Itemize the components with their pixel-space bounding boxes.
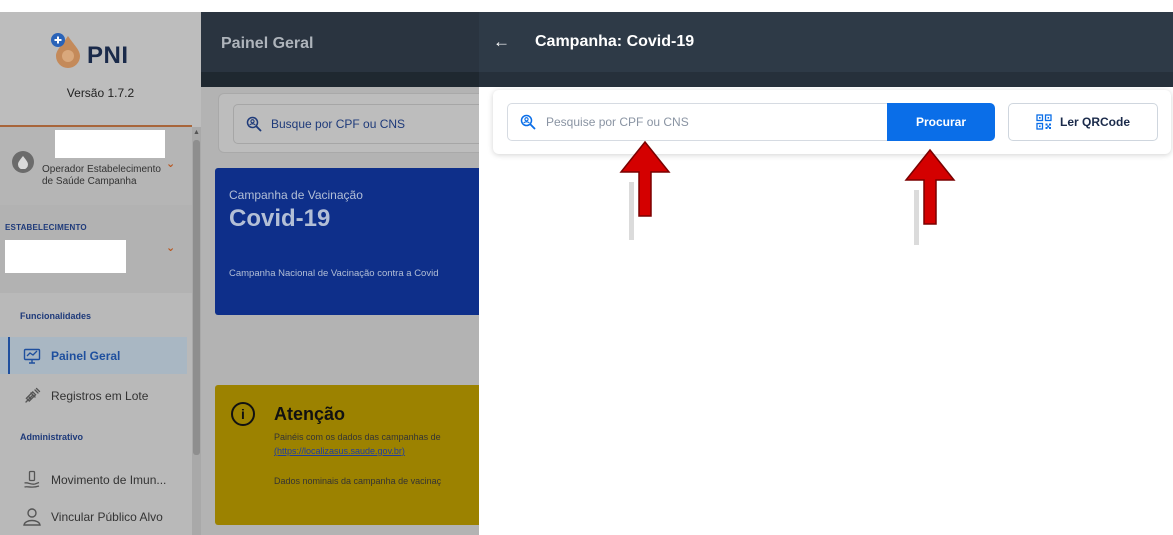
version-text: Versão 1.7.2 bbox=[66, 86, 135, 100]
attention-text: Painéis com os dados das campanhas de bbox=[274, 432, 441, 442]
campaign-drawer: ← Campanha: Covid-19 Procurar bbox=[479, 0, 1173, 535]
main-header: Painel Geral bbox=[201, 12, 479, 72]
drawer-title: Campanha: Covid-19 bbox=[535, 33, 695, 50]
qrcode-icon bbox=[1036, 114, 1052, 130]
pni-logo-icon bbox=[51, 33, 80, 68]
monitor-icon bbox=[22, 346, 42, 366]
section-admin: Administrativo bbox=[20, 432, 84, 442]
sidebar-scrollbar-thumb[interactable] bbox=[193, 140, 200, 455]
localizasus-link[interactable]: (https://localizasus.saude.gov.br) bbox=[274, 446, 405, 456]
main-content: Painel Geral Busque por CPF ou CNS Campa… bbox=[201, 0, 479, 535]
redacted-establishment-name bbox=[5, 240, 126, 273]
chevron-down-icon[interactable]: ⌄ bbox=[166, 241, 175, 254]
top-strip bbox=[479, 0, 1173, 12]
logo-text: PNI bbox=[87, 42, 129, 69]
header-subbar bbox=[201, 72, 479, 87]
sidebar-item-label: Painel Geral bbox=[51, 348, 121, 363]
qrcode-button-label: Ler QRCode bbox=[1059, 115, 1130, 129]
sidebar-item-registros-em-lote[interactable]: Registros em Lote bbox=[0, 377, 187, 414]
campaign-card[interactable]: Campanha de Vacinação Covid-19 Campanha … bbox=[215, 168, 479, 315]
cpf-cns-search-input[interactable] bbox=[546, 115, 876, 129]
search-card: Procurar Ler QRCode bbox=[493, 90, 1171, 154]
campaign-description: Campanha Nacional de Vacinação contra a … bbox=[229, 268, 439, 279]
campaign-name: Covid-19 bbox=[229, 205, 331, 232]
redacted-user-name bbox=[55, 130, 165, 158]
page-title: Painel Geral bbox=[221, 35, 314, 52]
search-person-icon bbox=[520, 114, 536, 130]
campaign-label: Campanha de Vacinação bbox=[229, 188, 363, 202]
scroll-up-arrow-icon[interactable]: ▲ bbox=[192, 128, 201, 138]
chevron-down-icon[interactable]: ⌄ bbox=[166, 157, 175, 170]
user-avatar bbox=[12, 151, 34, 173]
main-search-input[interactable]: Busque por CPF ou CNS bbox=[233, 104, 479, 144]
attention-title: Atenção bbox=[274, 404, 346, 424]
syringe-icon bbox=[22, 386, 42, 406]
main-search-placeholder: Busque por CPF ou CNS bbox=[271, 117, 406, 131]
back-arrow-icon[interactable]: ← bbox=[493, 32, 511, 52]
sidebar-item-label: Registros em Lote bbox=[51, 388, 149, 403]
vaccine-movement-icon bbox=[22, 470, 42, 490]
user-role: Operador Estabelecimento de Saúde Campan… bbox=[42, 164, 161, 187]
sidebar-item-label: Movimento de Imun... bbox=[51, 472, 167, 487]
drop-icon bbox=[18, 156, 28, 169]
sidebar: PNI Versão 1.7.2 Operador Estabeleciment… bbox=[0, 0, 201, 535]
annotation-arrow-up-icon bbox=[904, 148, 956, 245]
main-search-card: Busque por CPF ou CNS bbox=[218, 93, 479, 153]
search-person-icon bbox=[246, 116, 262, 132]
sidebar-item-vincular-publico-alvo[interactable]: Vincular Público Alvo bbox=[0, 498, 187, 535]
search-field[interactable] bbox=[507, 103, 887, 141]
section-features: Funcionalidades bbox=[20, 311, 92, 321]
procurar-button[interactable]: Procurar bbox=[887, 103, 995, 141]
read-qrcode-button[interactable]: Ler QRCode bbox=[1008, 103, 1158, 141]
sidebar-item-painel-geral[interactable]: Painel Geral bbox=[0, 337, 187, 374]
establishment-label: ESTABELECIMENTO bbox=[5, 223, 87, 232]
attention-text: Dados nominais da campanha de vacinaç bbox=[274, 476, 442, 486]
logo-area: PNI Versão 1.7.2 bbox=[0, 12, 201, 127]
drawer-header: ← Campanha: Covid-19 bbox=[479, 12, 1173, 72]
user-profile-selector[interactable]: Operador Estabelecimento de Saúde Campan… bbox=[0, 127, 192, 205]
info-icon: i bbox=[231, 402, 255, 426]
top-strip bbox=[201, 0, 479, 12]
person-icon bbox=[22, 507, 42, 527]
establishment-selector[interactable]: ESTABELECIMENTO ⌄ bbox=[0, 205, 192, 293]
sidebar-item-movimento-de-imunobiologicos[interactable]: Movimento de Imun... bbox=[0, 461, 187, 498]
annotation-arrow-up-icon bbox=[619, 140, 671, 240]
sidebar-item-label: Vincular Público Alvo bbox=[51, 509, 163, 524]
top-strip bbox=[0, 0, 201, 12]
attention-card: i Atenção Painéis com os dados das campa… bbox=[215, 385, 479, 525]
header-subbar bbox=[479, 72, 1173, 87]
